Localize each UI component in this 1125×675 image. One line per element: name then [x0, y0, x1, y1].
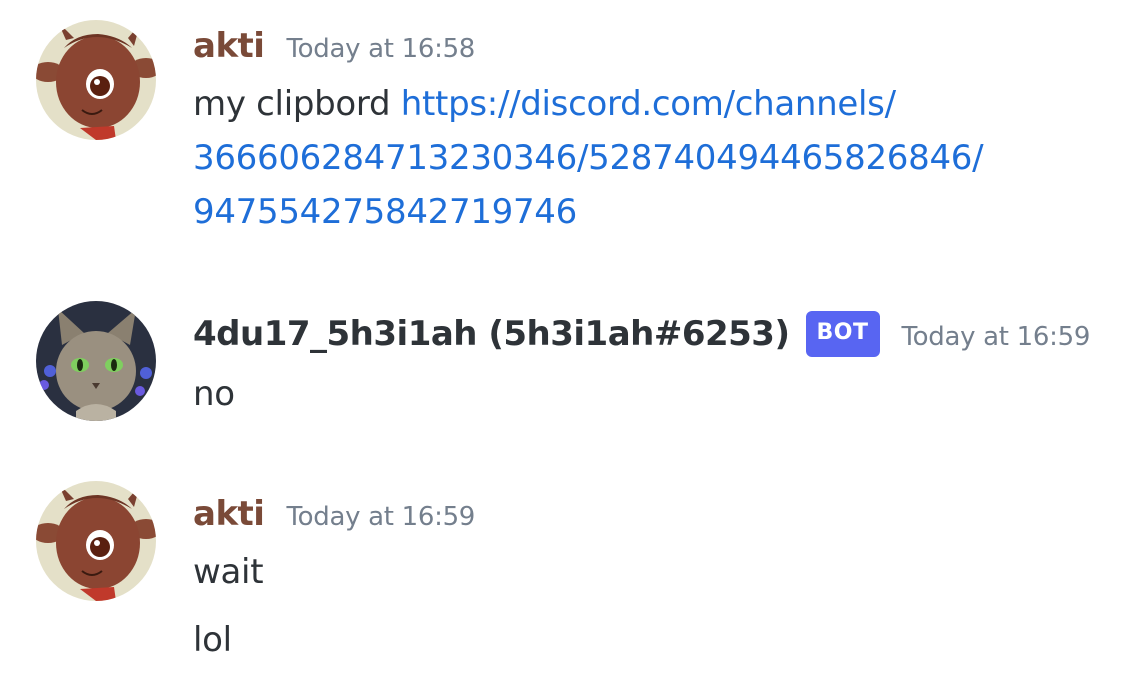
timestamp: Today at 16:59 [901, 322, 1091, 352]
author-name[interactable]: akti [193, 26, 265, 66]
message-header: akti Today at 16:59 [193, 494, 475, 534]
message-text: wait [193, 552, 264, 592]
message-content-line: 366606284713230346/528740494465826846/ [193, 138, 984, 178]
message-header: 4du17_5h3i1ah (5h3i1ah#6253) BOT Today a… [193, 311, 1091, 363]
message-link[interactable]: 366606284713230346/528740494465826846/ [193, 138, 984, 178]
message-content-line: 947554275842719746 [193, 192, 577, 232]
bot-tag-badge: BOT [805, 311, 880, 357]
message-content-line: no [193, 374, 235, 414]
timestamp: Today at 16:58 [286, 34, 476, 64]
message-text: my clipbord [193, 84, 401, 124]
author-name[interactable]: akti [193, 494, 265, 534]
author-name[interactable]: 4du17_5h3i1ah (5h3i1ah#6253) [193, 314, 790, 354]
timestamp: Today at 16:59 [286, 502, 476, 532]
message-link[interactable]: https://discord.com/channels/ [401, 84, 896, 124]
deer-character-avatar-icon[interactable] [36, 481, 156, 601]
message-text: lol [193, 620, 232, 660]
deer-character-avatar-icon[interactable] [36, 20, 156, 140]
message-text: no [193, 374, 235, 414]
message-content-line: my clipbord https://discord.com/channels… [193, 84, 896, 124]
cat-character-avatar-icon[interactable] [36, 301, 156, 421]
message-link[interactable]: 947554275842719746 [193, 192, 577, 232]
message-content-line: lol [193, 620, 232, 660]
message-header: akti Today at 16:58 [193, 26, 475, 66]
message-content-line: wait [193, 552, 264, 592]
